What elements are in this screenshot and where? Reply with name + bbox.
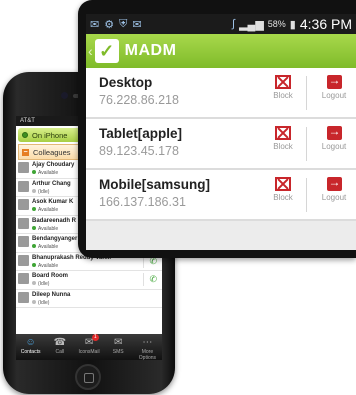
avatar: [18, 273, 29, 284]
tab-label: More Options: [138, 349, 157, 360]
shield-icon: ⛨: [119, 17, 128, 30]
avatar: [18, 199, 29, 210]
avatar: [18, 217, 29, 229]
logout-button[interactable]: Logout: [317, 124, 351, 151]
tab-more-options[interactable]: ⋯ More Options: [133, 334, 162, 360]
tab-iconsmail[interactable]: ✉ 1 IconsMail: [74, 334, 103, 360]
avatar: [18, 236, 29, 247]
app-title: MADM: [124, 42, 177, 59]
signal-icon: ▂▄▆: [239, 18, 264, 31]
device-ip: 166.137.186.31: [99, 195, 186, 209]
app-logo: ✓: [94, 39, 119, 63]
contact-status: Available: [32, 207, 58, 213]
contact-name: Dileep Nunna: [32, 291, 71, 298]
collapse-icon: −: [22, 148, 29, 156]
sms-icon: ✉: [114, 337, 123, 348]
device-ip: 89.123.45.178: [99, 144, 179, 158]
contact-status: Available: [32, 262, 58, 269]
app-bar: ‹ ✓ MADM: [86, 34, 356, 68]
device-row-desktop: Desktop 76.228.86.218 Block Logout: [86, 68, 356, 119]
block-label: Block: [273, 91, 293, 100]
contact-status: (Idle): [32, 299, 49, 306]
contact-status: Available: [32, 170, 58, 176]
device-ip: 76.228.86.218: [99, 93, 179, 107]
ios-tab-bar: ☺ Contacts ☎ Call ✉ 1 IconsMail ✉ SMS ⋯ …: [16, 334, 162, 360]
device-row-mobile: Mobile[samsung] 166.137.186.31 Block Log…: [86, 170, 356, 221]
block-button[interactable]: Block: [268, 177, 298, 202]
tab-label: Call: [55, 349, 65, 355]
contact-status: (Idle): [32, 188, 49, 195]
block-label: Block: [273, 193, 293, 202]
system-icons: ∫ ▂▄▆ 58% ▮ 4:36 PM: [232, 16, 352, 32]
tab-label: Contacts: [20, 349, 41, 355]
block-icon: [275, 75, 291, 89]
block-button[interactable]: Block: [268, 126, 298, 151]
avatar: [18, 162, 29, 173]
logout-label: Logout: [321, 193, 347, 202]
contact-name: Badareenadh R: [32, 217, 77, 224]
logout-icon: [326, 175, 342, 191]
avatar: [18, 180, 29, 192]
logout-label: Logout: [321, 91, 347, 100]
notification-icon: ✉: [90, 18, 100, 31]
home-button[interactable]: [75, 364, 101, 390]
front-camera: [61, 92, 68, 99]
block-label: Block: [273, 142, 293, 151]
contact-name: Arthur Chang: [32, 180, 71, 187]
divider: [306, 127, 307, 161]
block-icon: [275, 177, 291, 191]
notification-icons: ✉ ⚙ ⛨ ✉: [90, 18, 232, 31]
contact-row[interactable]: Dileep Nunna (Idle): [16, 290, 162, 308]
contact-name: Board Room: [32, 273, 68, 279]
clock: 4:36 PM: [299, 16, 352, 32]
more-icon: ⋯: [142, 337, 153, 348]
presence-dot-icon: [22, 132, 28, 138]
divider: [306, 178, 307, 212]
android-device: ✉ ⚙ ⛨ ✉ ∫ ▂▄▆ 58% ▮ 4:36 PM ‹ ✓ MADM Des…: [78, 0, 356, 258]
back-chevron-icon[interactable]: ‹: [88, 43, 93, 59]
contact-row[interactable]: Board Room (Idle) ✆: [16, 271, 162, 290]
tab-label: SMS: [112, 349, 124, 355]
chat-icon: ✉: [84, 337, 94, 348]
bluetooth-icon: ∫: [232, 18, 236, 30]
gear-icon: ⚙: [104, 18, 115, 31]
battery-percent: 58%: [267, 19, 286, 29]
logout-button[interactable]: Logout: [317, 175, 351, 202]
logout-button[interactable]: Logout: [317, 73, 351, 100]
tab-contacts[interactable]: ☺ Contacts: [16, 334, 45, 360]
contact-name: Ajay Choudary: [32, 162, 75, 168]
contact-name: Asok Kumar K: [32, 199, 74, 205]
device-name: Tablet[apple]: [99, 126, 183, 141]
android-status-bar: ✉ ⚙ ⛨ ✉ ∫ ▂▄▆ 58% ▮ 4:36 PM: [86, 14, 356, 34]
tab-label: IconsMail: [78, 349, 100, 355]
presence-label: On iPhone: [32, 130, 68, 140]
avatar: [18, 291, 29, 303]
tab-sms[interactable]: ✉ SMS: [104, 334, 133, 360]
android-screen: ✉ ⚙ ⛨ ✉ ∫ ▂▄▆ 58% ▮ 4:36 PM ‹ ✓ MADM Des…: [86, 14, 356, 250]
empty-footer-area: [86, 221, 356, 250]
call-icon: ☎: [53, 337, 67, 348]
battery-icon: ▮: [289, 18, 296, 31]
logout-icon: [326, 73, 342, 89]
divider: [143, 273, 144, 286]
mail-icon: ✉: [132, 18, 142, 31]
block-button[interactable]: Block: [268, 75, 298, 100]
tab-call[interactable]: ☎ Call: [45, 334, 74, 360]
avatar: [18, 254, 29, 266]
contact-status: Available: [32, 225, 58, 232]
contact-status: (Idle): [32, 281, 49, 287]
device-name: Desktop: [99, 75, 153, 90]
contact-status: Available: [32, 244, 58, 250]
group-label: Colleagues: [33, 147, 71, 157]
phone-icon[interactable]: ✆: [149, 274, 157, 285]
unread-badge: 1: [91, 334, 99, 341]
device-name: Mobile[samsung]: [99, 177, 211, 192]
logout-icon: [326, 124, 342, 140]
divider: [306, 76, 307, 110]
logout-label: Logout: [321, 142, 347, 151]
block-icon: [275, 126, 291, 140]
contacts-icon: ☺: [25, 337, 36, 348]
device-row-tablet: Tablet[apple] 89.123.45.178 Block Logout: [86, 119, 356, 170]
